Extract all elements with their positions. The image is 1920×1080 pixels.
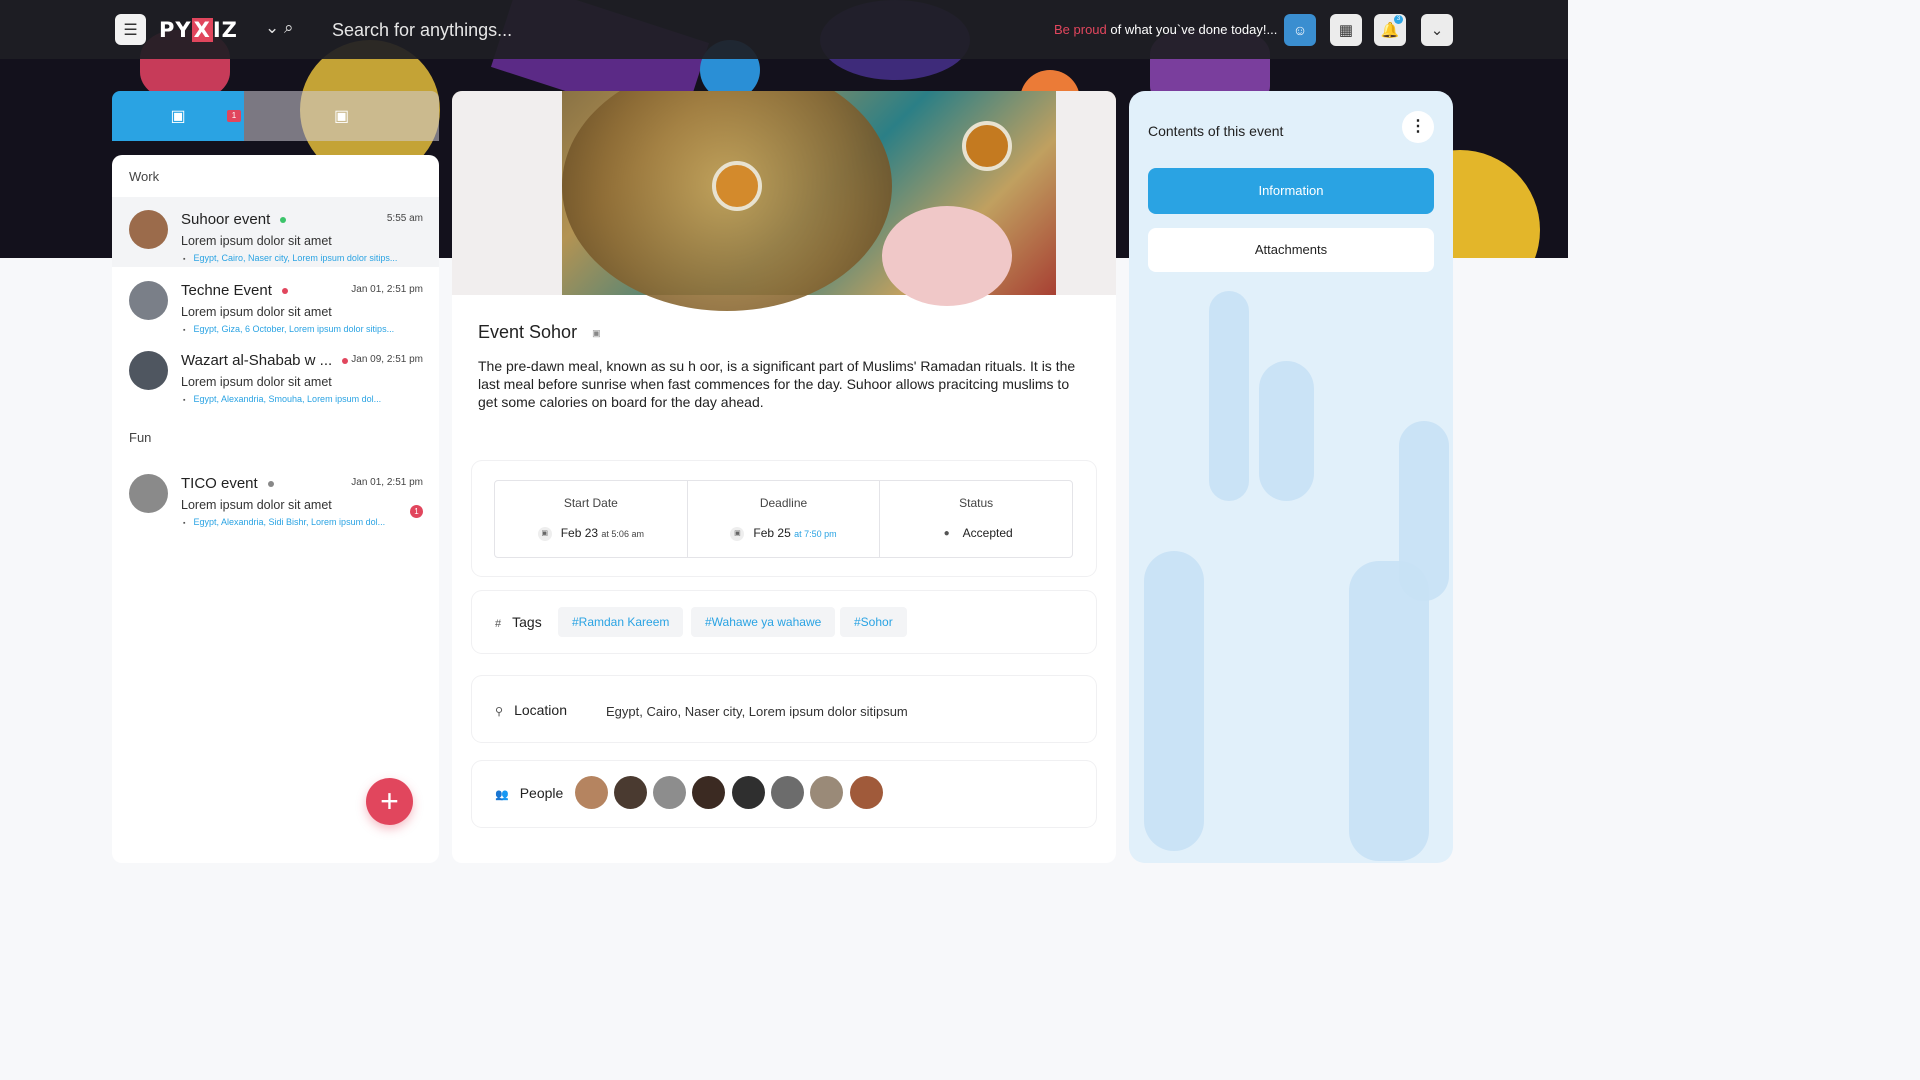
check-circle-icon: ● [939, 526, 954, 541]
people-label: People [519, 785, 564, 801]
people-icon: 👥 [495, 789, 509, 801]
event-time: Jan 01, 2:51 pm [351, 284, 423, 295]
menu-icon[interactable]: ☰ [115, 14, 146, 45]
chevron-down-icon[interactable]: ⌄ [1421, 14, 1453, 46]
event-item[interactable]: Wazart al-Shabab w ... Jan 09, 2:51 pm L… [112, 338, 439, 408]
panel-title: Contents of this event [1148, 123, 1284, 139]
event-cover-image [452, 91, 1116, 311]
event-contents-panel: Contents of this event ⋮ Information Att… [1129, 91, 1453, 863]
status-cell: Status ● Accepted [880, 481, 1072, 557]
avatar[interactable] [614, 776, 647, 809]
bell-icon[interactable]: 🔔 3 [1374, 14, 1406, 46]
event-location: Egypt, Cairo, Naser city, Lorem ipsum do… [193, 253, 398, 263]
page-title: Event Sohor [478, 322, 578, 342]
left-tabs: ▣ 1 ▣ [112, 91, 439, 141]
avatar [129, 210, 168, 249]
event-item[interactable]: Techne Event Jan 01, 2:51 pm Lorem ipsum… [112, 268, 439, 338]
event-title: Suhoor event [181, 211, 271, 228]
top-bar: ☰ PYXIZ ⌄ ⌕ Be proud of what you`ve done… [0, 0, 1568, 59]
avatar[interactable] [850, 776, 883, 809]
calendar-icon[interactable]: ▦ [1330, 14, 1362, 46]
event-desc: Lorem ipsum dolor sit amet [181, 498, 332, 512]
notification-badge: 3 [1394, 15, 1403, 24]
location-value: Egypt, Cairo, Naser city, Lorem ipsum do… [606, 704, 908, 719]
location-pin-icon: ⚲ [495, 706, 504, 718]
status-dot [267, 481, 274, 488]
event-location: Egypt, Alexandria, Sidi Bishr, Lorem ips… [193, 517, 386, 527]
calendar-icon: ▪ [183, 520, 186, 527]
status-dot [280, 217, 287, 224]
event-desc: Lorem ipsum dolor sit amet [181, 234, 332, 248]
people-card: 👥 People [472, 761, 1096, 827]
avatar[interactable] [692, 776, 725, 809]
tag-chip[interactable]: #Wahawe ya wahawe [691, 607, 836, 637]
event-desc: Lorem ipsum dolor sit amet [181, 305, 332, 319]
event-item[interactable]: Suhoor event 5:55 am Lorem ipsum dolor s… [112, 197, 439, 267]
event-location: Egypt, Giza, 6 October, Lorem ipsum dolo… [193, 324, 395, 334]
user-avatar-icon[interactable]: ☺ [1284, 14, 1316, 46]
tags-card: # Tags #Ramdan Kareem #Wahawe ya wahawe #… [472, 591, 1096, 653]
event-title: Techne Event [181, 282, 272, 299]
group-label-fun: Fun [129, 430, 152, 445]
add-event-button[interactable]: + [366, 778, 413, 825]
avatar[interactable] [653, 776, 686, 809]
attachments-button[interactable]: Attachments [1148, 228, 1434, 272]
event-time: Jan 01, 2:51 pm [351, 477, 423, 488]
event-desc: Lorem ipsum dolor sit amet [181, 375, 332, 389]
tab-events-calendar[interactable]: ▣ 1 [112, 91, 244, 141]
avatar[interactable] [771, 776, 804, 809]
calendar-icon: ▣ [537, 526, 552, 541]
hash-icon: # [495, 618, 502, 630]
tab-add-calendar[interactable]: ▣ [244, 91, 439, 141]
more-options-icon[interactable]: ⋮ [1402, 111, 1434, 143]
tag-chip[interactable]: #Sohor [840, 607, 907, 637]
avatar[interactable] [810, 776, 843, 809]
tab-badge: 1 [227, 110, 241, 122]
status-dot [281, 288, 288, 295]
status-badge: Accepted [962, 526, 1013, 540]
event-time: Jan 09, 2:51 pm [351, 354, 423, 365]
event-title: TICO event [181, 475, 258, 492]
avatar [129, 474, 168, 513]
location-card: ⚲ Location Egypt, Cairo, Naser city, Lore… [472, 676, 1096, 742]
dates-card: Start Date ▣ Feb 23 at 5:06 am Deadline ▣… [472, 461, 1096, 576]
motto-text: Be proud of what you`ve done today!... [1054, 22, 1278, 37]
calendar-plus-icon: ▣ [333, 108, 350, 125]
tags-label: Tags [512, 614, 542, 630]
location-label: Location [514, 702, 567, 718]
status-dot [342, 358, 349, 365]
event-item[interactable]: TICO event Jan 01, 2:51 pm Lorem ipsum d… [112, 461, 439, 531]
avatar[interactable] [732, 776, 765, 809]
avatar [129, 281, 168, 320]
event-time: 5:55 am [386, 213, 423, 224]
avatar[interactable] [575, 776, 608, 809]
event-heading: Event Sohor ▣ [478, 322, 601, 343]
event-list-panel: Work Suhoor event 5:55 am Lorem ipsum do… [112, 155, 439, 863]
edit-icon[interactable]: ▣ [592, 328, 601, 338]
search-filter-icon[interactable]: ⌄ ⌕ [265, 18, 294, 38]
group-label-work: Work [129, 169, 160, 184]
event-description: The pre-dawn meal, known as su h oor, is… [478, 358, 1076, 410]
event-title: Wazart al-Shabab w ... [181, 352, 333, 369]
information-button[interactable]: Information [1148, 168, 1434, 214]
app-logo[interactable]: PYXIZ [159, 18, 238, 42]
calendar-icon: ▪ [183, 256, 186, 263]
tag-chip[interactable]: #Ramdan Kareem [558, 607, 684, 637]
event-detail-panel: Event Sohor ▣ The pre-dawn meal, known as… [452, 91, 1116, 863]
search-input[interactable] [332, 17, 752, 43]
calendar-icon: ▪ [183, 397, 186, 404]
calendar-icon: ▣ [730, 526, 745, 541]
dates-table: Start Date ▣ Feb 23 at 5:06 am Deadline ▣… [494, 480, 1073, 558]
event-location: Egypt, Alexandria, Smouha, Lorem ipsum d… [193, 394, 382, 404]
avatar [129, 351, 168, 390]
calendar-star-icon: ▣ [170, 108, 186, 125]
deadline-cell: Deadline ▣ Feb 25 at 7:50 pm [688, 481, 881, 557]
calendar-icon: ▪ [183, 327, 186, 334]
unread-count-badge: 1 [410, 505, 423, 518]
start-date-cell: Start Date ▣ Feb 23 at 5:06 am [495, 481, 688, 557]
